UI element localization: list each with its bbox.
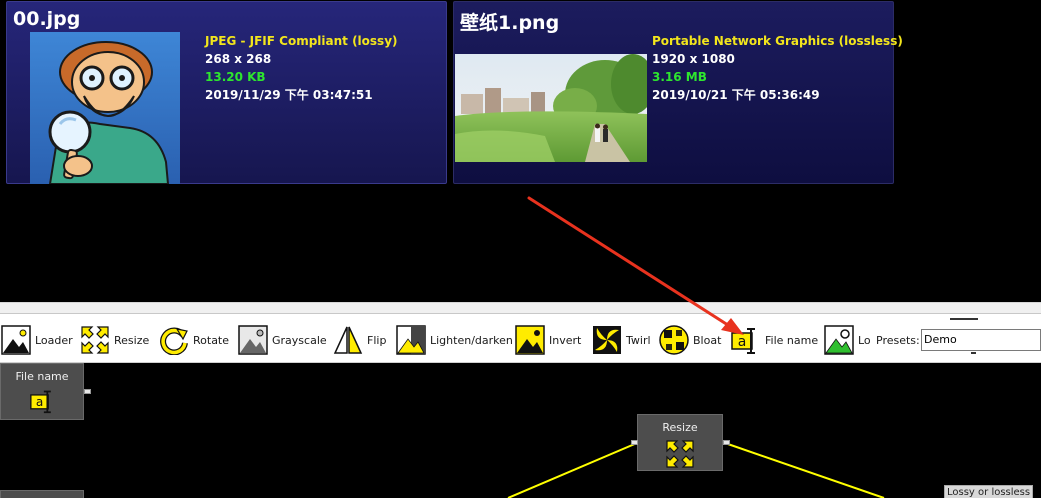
tool-loader[interactable]: Loader (1, 324, 73, 356)
tool-label: File name (765, 333, 819, 347)
image-filesize: 3.16 MB (652, 70, 707, 84)
tool-lossy-lossless[interactable]: Lo (824, 324, 871, 356)
tool-invert[interactable]: Invert (515, 324, 581, 356)
node-lossy-lossless[interactable]: Lossy or lossless (944, 485, 1034, 498)
file-name-icon: a (731, 328, 755, 354)
image-format: Portable Network Graphics (lossless) (652, 34, 903, 48)
node-partial[interactable] (0, 490, 84, 498)
thumbnail-metadata: Portable Network Graphics (lossless) 192… (652, 32, 903, 104)
presets-label: Presets: (876, 334, 920, 347)
file-name-icon: a (30, 390, 51, 414)
resize-icon (81, 326, 109, 354)
node-graph-canvas[interactable]: File name a Resize Lossy or lossless (0, 363, 1041, 498)
tool-label: Loader (35, 333, 73, 347)
node-connections (507, 442, 885, 498)
tool-rotate[interactable]: Rotate (159, 324, 229, 356)
node-output-port[interactable] (723, 440, 730, 445)
bloat-icon (659, 325, 689, 355)
svg-text:a: a (738, 334, 747, 350)
tool-bloat[interactable]: Bloat (659, 324, 721, 356)
thumbnail-browser: 00.jpg JPEG - JFIF Compliant (lossy) 268… (0, 0, 1041, 302)
tool-label: Twirl (626, 333, 651, 347)
resize-icon (666, 440, 694, 468)
tool-lighten-darken[interactable]: Lighten/darken (396, 324, 513, 356)
tool-label: Rotate (193, 333, 230, 347)
image-date: 2019/10/21 下午 05:36:49 (652, 88, 820, 102)
grayscale-icon (238, 325, 268, 355)
tool-flip[interactable]: Flip (333, 324, 386, 356)
invert-icon (515, 325, 545, 355)
node-output-port[interactable] (84, 389, 91, 394)
rotate-icon (160, 327, 188, 355)
image-date: 2019/11/29 下午 03:47:51 (205, 88, 373, 102)
thumbnail-filename: 00.jpg (13, 8, 81, 30)
tool-label: Resize (114, 333, 150, 347)
svg-text:a: a (36, 395, 43, 409)
presets-input[interactable]: Demo (921, 329, 1041, 351)
thumbnail-metadata: JPEG - JFIF Compliant (lossy) 268 x 268 … (205, 32, 398, 104)
image-format: JPEG - JFIF Compliant (lossy) (205, 34, 398, 48)
pane-splitter[interactable] (0, 302, 1041, 314)
loader-icon (1, 325, 31, 355)
image-dimensions: 268 x 268 (205, 52, 272, 66)
thumbnail-image (455, 54, 647, 162)
minimize-icon[interactable] (950, 318, 978, 320)
lossy-lossless-icon (824, 325, 854, 355)
flip-icon (333, 326, 363, 354)
tool-file-name[interactable]: a File name (731, 324, 818, 356)
node-resize[interactable]: Resize (637, 414, 723, 471)
thumbnail-image (30, 32, 180, 184)
tool-resize[interactable]: Resize (80, 324, 149, 356)
tool-label: Grayscale (272, 333, 327, 347)
connection-line (507, 442, 638, 498)
tool-label: Lo (858, 333, 871, 347)
thumbnail-card[interactable]: 00.jpg JPEG - JFIF Compliant (lossy) 268… (6, 1, 447, 184)
node-input-port[interactable] (631, 440, 638, 445)
tool-label: Bloat (693, 333, 722, 347)
node-file-name[interactable]: File name a (0, 363, 84, 420)
presets-caret (971, 352, 976, 354)
tool-grayscale[interactable]: Grayscale (238, 324, 327, 356)
thumbnail-filename: 壁纸1.png (460, 12, 560, 34)
node-title: File name (15, 370, 69, 383)
tool-label: Lighten/darken (430, 333, 513, 347)
lighten-darken-icon (396, 325, 426, 355)
tool-label: Invert (549, 333, 582, 347)
thumbnail-card[interactable]: 壁纸1.png Portable Network Graphics (lossl… (453, 1, 903, 184)
filter-toolbar: Loader Resize Rotate Grayscale Flip Ligh… (0, 314, 1041, 363)
tool-twirl[interactable]: Twirl (592, 324, 651, 356)
node-title: Resize (662, 421, 698, 434)
connection-line (724, 442, 885, 498)
image-dimensions: 1920 x 1080 (652, 52, 735, 66)
twirl-icon (593, 326, 621, 354)
image-filesize: 13.20 KB (205, 70, 266, 84)
tool-label: Flip (367, 333, 387, 347)
